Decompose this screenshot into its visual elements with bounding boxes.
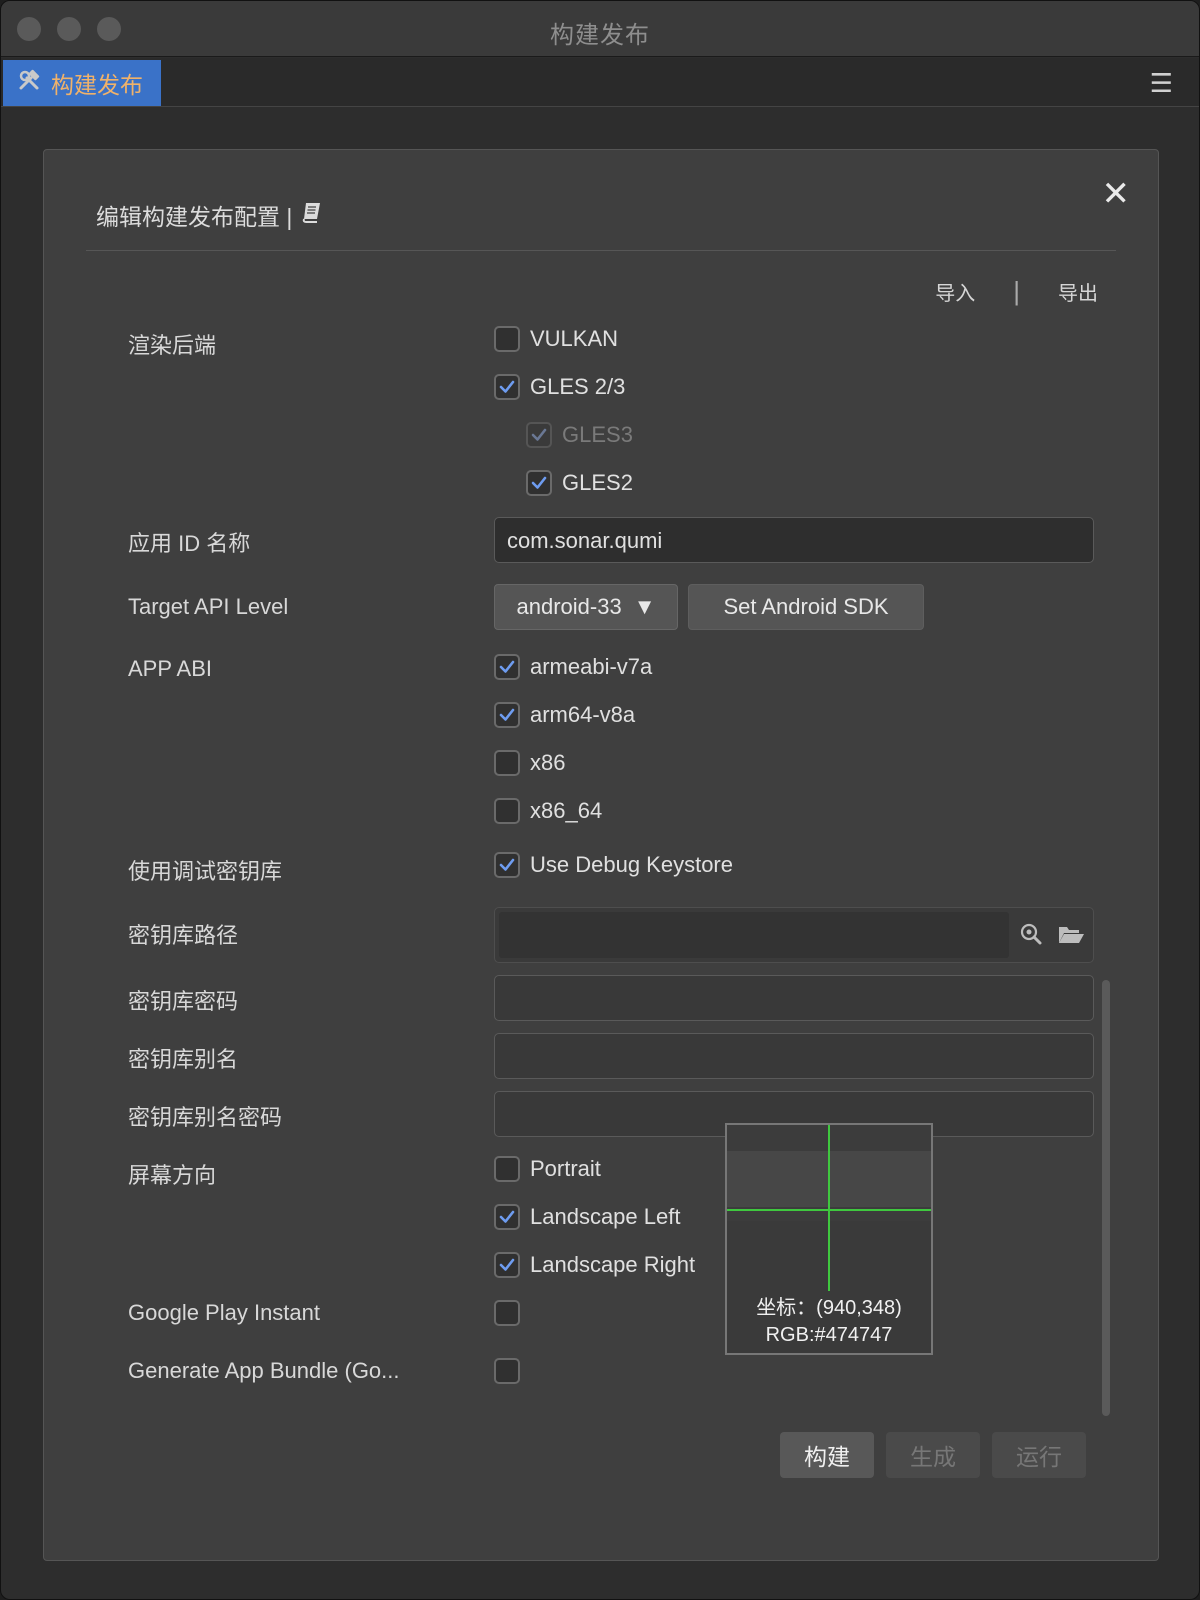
render-backend-label: 渲染后端 [128, 333, 217, 358]
checkbox[interactable] [494, 852, 520, 878]
checkbox [526, 422, 552, 448]
checkbox[interactable] [494, 798, 520, 824]
keystore-password-input[interactable] [494, 975, 1094, 1021]
title-bar: 构建发布 [1, 1, 1199, 57]
debug-keystore-label: 使用调试密钥库 [128, 859, 283, 884]
option-arm64-v8a[interactable]: arm64-v8a [494, 702, 635, 728]
build-window: 构建发布 构建发布 ☰ 编辑构建发布配置 | ✕ 导入 | 导出 渲染后端 VU… [0, 0, 1200, 1600]
option-label: x86_64 [530, 798, 603, 823]
checkbox[interactable] [494, 1300, 520, 1326]
option-label: armeabi-v7a [530, 654, 653, 679]
option-landscape-left[interactable]: Landscape Left [494, 1204, 680, 1230]
checkbox[interactable] [494, 654, 520, 680]
target-api-label: Target API Level [128, 594, 289, 619]
folder-open-icon[interactable] [1057, 920, 1085, 948]
title-divider [86, 250, 1116, 251]
keystore-alias-label: 密钥库别名 [128, 1047, 239, 1072]
option-label: VULKAN [530, 326, 619, 351]
app-abi-label: APP ABI [128, 656, 212, 681]
book-icon[interactable] [300, 200, 324, 230]
keystore-path-label: 密钥库路径 [128, 923, 239, 948]
search-icon[interactable] [1017, 920, 1045, 948]
hamburger-menu-icon[interactable]: ☰ [1150, 68, 1173, 99]
keystore-password-label: 密钥库密码 [128, 989, 239, 1014]
checkbox[interactable] [494, 750, 520, 776]
checkbox[interactable] [494, 1156, 520, 1182]
build-button[interactable]: 构建 [780, 1432, 874, 1478]
option-label: GLES2 [562, 470, 633, 495]
target-api-value: android-33 [516, 594, 622, 619]
build-config-panel: 编辑构建发布配置 | ✕ 导入 | 导出 渲染后端 VULKAN GLES 2/… [43, 149, 1159, 1561]
magnifier-readout: 坐标：(940,348) RGB:#474747 [727, 1295, 931, 1349]
panel-title: 编辑构建发布配置 | [96, 198, 324, 232]
checkbox[interactable] [494, 326, 520, 352]
close-icon[interactable]: ✕ [1102, 174, 1131, 214]
option-label: GLES 2/3 [530, 374, 626, 399]
keystore-path-input[interactable] [499, 912, 1009, 958]
window-title: 构建发布 [550, 22, 650, 49]
checkbox[interactable] [494, 1358, 520, 1384]
option-x86[interactable]: x86 [494, 750, 565, 776]
option-armeabi-v7a[interactable]: armeabi-v7a [494, 654, 652, 680]
option-label: x86 [530, 750, 566, 775]
option-gles3: GLES3 [526, 422, 633, 448]
app-bundle-label: Generate App Bundle (Go... [128, 1358, 400, 1383]
checkbox[interactable] [494, 374, 520, 400]
magnifier-view [727, 1125, 931, 1291]
import-export-row: 导入 | 导出 [935, 276, 1098, 307]
panel-title-text: 编辑构建发布配置 | [96, 204, 293, 230]
app-id-label: 应用 ID 名称 [128, 531, 251, 556]
option-label: GLES3 [562, 422, 633, 447]
scrollbar[interactable] [1102, 980, 1110, 1416]
hammer-wrench-icon [17, 68, 43, 99]
color-picker-magnifier: 坐标：(940,348) RGB:#474747 [725, 1123, 933, 1355]
google-play-instant-label: Google Play Instant [128, 1300, 321, 1325]
import-export-separator: | [1013, 276, 1020, 306]
app-id-input[interactable]: com.sonar.qumi [494, 517, 1094, 563]
checkbox[interactable] [494, 702, 520, 728]
option-x86-64[interactable]: x86_64 [494, 798, 602, 824]
keystore-path-field [494, 907, 1094, 963]
option-vulkan[interactable]: VULKAN [494, 326, 618, 352]
checkbox[interactable] [526, 470, 552, 496]
magnifier-coords: 坐标：(940,348) [756, 1297, 902, 1319]
option-label: Use Debug Keystore [530, 852, 733, 877]
dropdown-arrow-icon: ▼ [633, 594, 656, 619]
import-link[interactable]: 导入 [935, 277, 975, 306]
option-label: Landscape Right [530, 1252, 696, 1277]
option-label: arm64-v8a [530, 702, 636, 727]
checkbox[interactable] [494, 1204, 520, 1230]
magnifier-rgb: RGB:#474747 [765, 1324, 893, 1346]
tab-label: 构建发布 [51, 72, 143, 98]
generate-button: 生成 [886, 1432, 980, 1478]
option-gles23[interactable]: GLES 2/3 [494, 374, 625, 400]
keystore-alias-input[interactable] [494, 1033, 1094, 1079]
option-app-bundle[interactable] [494, 1358, 520, 1384]
option-google-play-instant[interactable] [494, 1300, 520, 1326]
option-label: Portrait [530, 1156, 601, 1181]
tab-build[interactable]: 构建发布 [3, 60, 161, 106]
target-api-select[interactable]: android-33 ▼ [494, 584, 678, 630]
option-use-debug-keystore[interactable]: Use Debug Keystore [494, 852, 733, 878]
run-button: 运行 [992, 1432, 1086, 1478]
option-gles2[interactable]: GLES2 [526, 470, 633, 496]
option-landscape-right[interactable]: Landscape Right [494, 1252, 695, 1278]
option-portrait[interactable]: Portrait [494, 1156, 601, 1182]
export-link[interactable]: 导出 [1058, 277, 1098, 306]
tab-bar: 构建发布 ☰ [1, 58, 1199, 107]
orientation-label: 屏幕方向 [128, 1163, 217, 1188]
checkbox[interactable] [494, 1252, 520, 1278]
set-android-sdk-button[interactable]: Set Android SDK [688, 584, 924, 630]
crosshair-vertical [828, 1125, 830, 1291]
keystore-alias-password-label: 密钥库别名密码 [128, 1105, 283, 1130]
option-label: Landscape Left [530, 1204, 681, 1229]
